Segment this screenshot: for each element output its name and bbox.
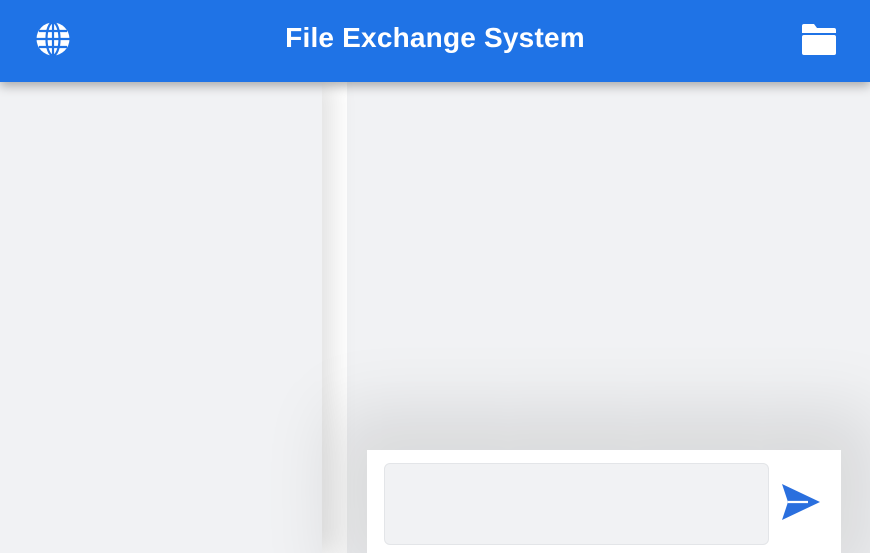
file-list-panel <box>0 82 322 553</box>
folder-icon <box>802 24 836 55</box>
page-title: File Exchange System <box>285 22 585 53</box>
folder-button[interactable] <box>798 18 840 60</box>
message-input[interactable] <box>384 463 769 545</box>
app-window: File Exchange System <box>0 0 870 553</box>
send-icon <box>782 484 820 520</box>
send-button[interactable] <box>779 480 823 524</box>
panel-divider[interactable] <box>322 82 347 553</box>
message-composer <box>367 450 841 553</box>
app-header: File Exchange System <box>0 0 870 82</box>
